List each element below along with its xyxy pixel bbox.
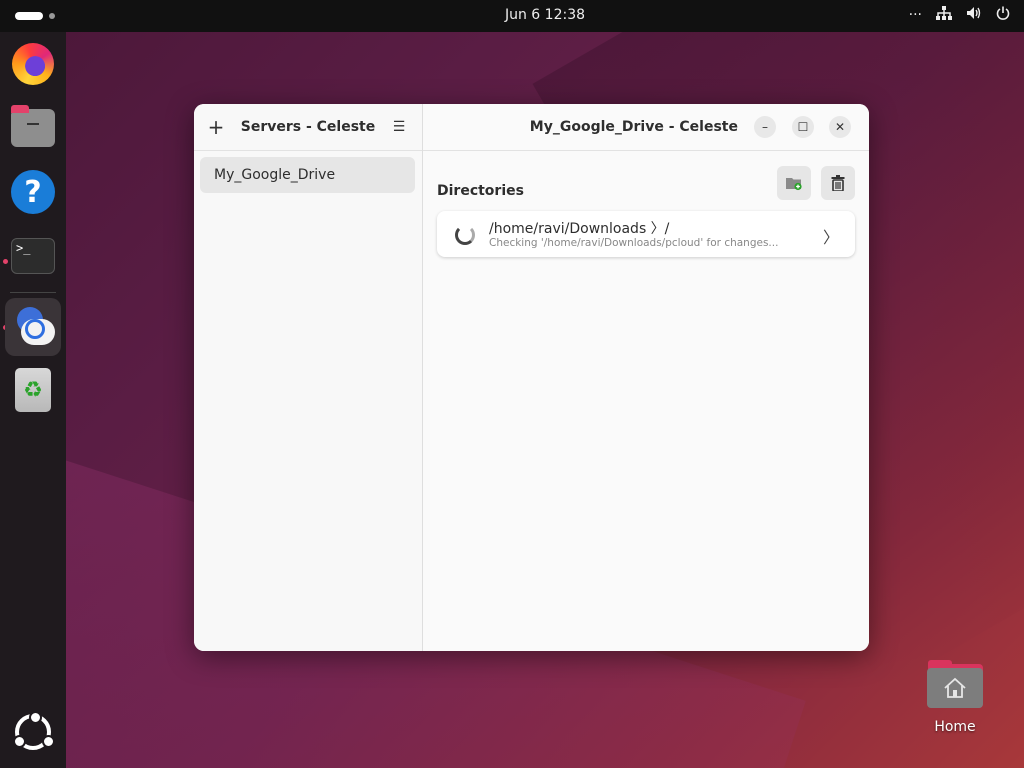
directory-row[interactable]: /home/ravi/Downloads 〉/ Checking '/home/… xyxy=(437,211,855,257)
dock-celeste[interactable] xyxy=(5,298,61,356)
servers-sidebar: + Servers - Celeste ☰ My_Google_Drive xyxy=(194,104,423,651)
help-icon: ? xyxy=(11,170,55,214)
files-icon xyxy=(11,105,55,147)
firefox-icon xyxy=(12,43,54,85)
minimize-icon: – xyxy=(762,120,768,134)
trash-icon xyxy=(831,175,845,191)
directories-heading: Directories xyxy=(437,183,524,199)
celeste-window: + Servers - Celeste ☰ My_Google_Drive My… xyxy=(194,104,869,651)
maximize-icon: ☐ xyxy=(797,120,809,134)
system-tray[interactable]: ··· xyxy=(909,6,1010,24)
dock-firefox[interactable] xyxy=(5,36,61,92)
dock-separator xyxy=(10,292,56,293)
terminal-icon: >_ xyxy=(11,238,55,274)
main-header: My_Google_Drive - Celeste – ☐ ✕ xyxy=(423,104,869,151)
server-item-my-google-drive[interactable]: My_Google_Drive xyxy=(200,157,415,193)
overflow-icon[interactable]: ··· xyxy=(909,7,922,23)
maximize-button[interactable]: ☐ xyxy=(792,116,814,138)
new-folder-icon xyxy=(786,178,802,191)
dock-terminal[interactable]: >_ xyxy=(5,228,61,284)
show-apps-button[interactable] xyxy=(5,704,61,760)
trash-icon: ♻ xyxy=(15,368,51,412)
dock: ? >_ ♻ xyxy=(0,32,66,768)
power-icon[interactable] xyxy=(996,6,1010,24)
main-pane: My_Google_Drive - Celeste – ☐ ✕ Director… xyxy=(423,104,869,651)
celeste-icon xyxy=(11,307,55,347)
menu-button[interactable]: ☰ xyxy=(386,114,412,140)
sidebar-header: + Servers - Celeste ☰ xyxy=(194,104,422,151)
network-icon[interactable] xyxy=(936,6,952,24)
top-bar: Jun 6 12:38 ··· xyxy=(0,0,1024,32)
house-icon xyxy=(944,677,966,698)
chevron-right-icon[interactable]: 〉 xyxy=(823,224,839,248)
directory-path: /home/ravi/Downloads 〉/ xyxy=(489,221,670,237)
dock-files[interactable] xyxy=(5,100,61,156)
sync-spinner-icon xyxy=(455,225,475,245)
directory-status: Checking '/home/ravi/Downloads/pcloud' f… xyxy=(489,237,779,249)
add-directory-button[interactable] xyxy=(777,166,811,200)
delete-server-button[interactable] xyxy=(821,166,855,200)
home-folder-label[interactable]: Home xyxy=(905,719,1005,735)
dock-help[interactable]: ? xyxy=(5,164,61,220)
dock-trash[interactable]: ♻ xyxy=(5,362,61,418)
clock[interactable]: Jun 6 12:38 xyxy=(0,7,1024,23)
minimize-button[interactable]: – xyxy=(754,116,776,138)
show-apps-icon xyxy=(13,711,55,750)
close-button[interactable]: ✕ xyxy=(829,116,851,138)
close-icon: ✕ xyxy=(834,120,846,134)
home-folder-icon[interactable] xyxy=(926,660,984,710)
hamburger-icon: ☰ xyxy=(392,119,406,135)
volume-icon[interactable] xyxy=(966,6,982,24)
window-title: My_Google_Drive - Celeste xyxy=(529,119,738,135)
